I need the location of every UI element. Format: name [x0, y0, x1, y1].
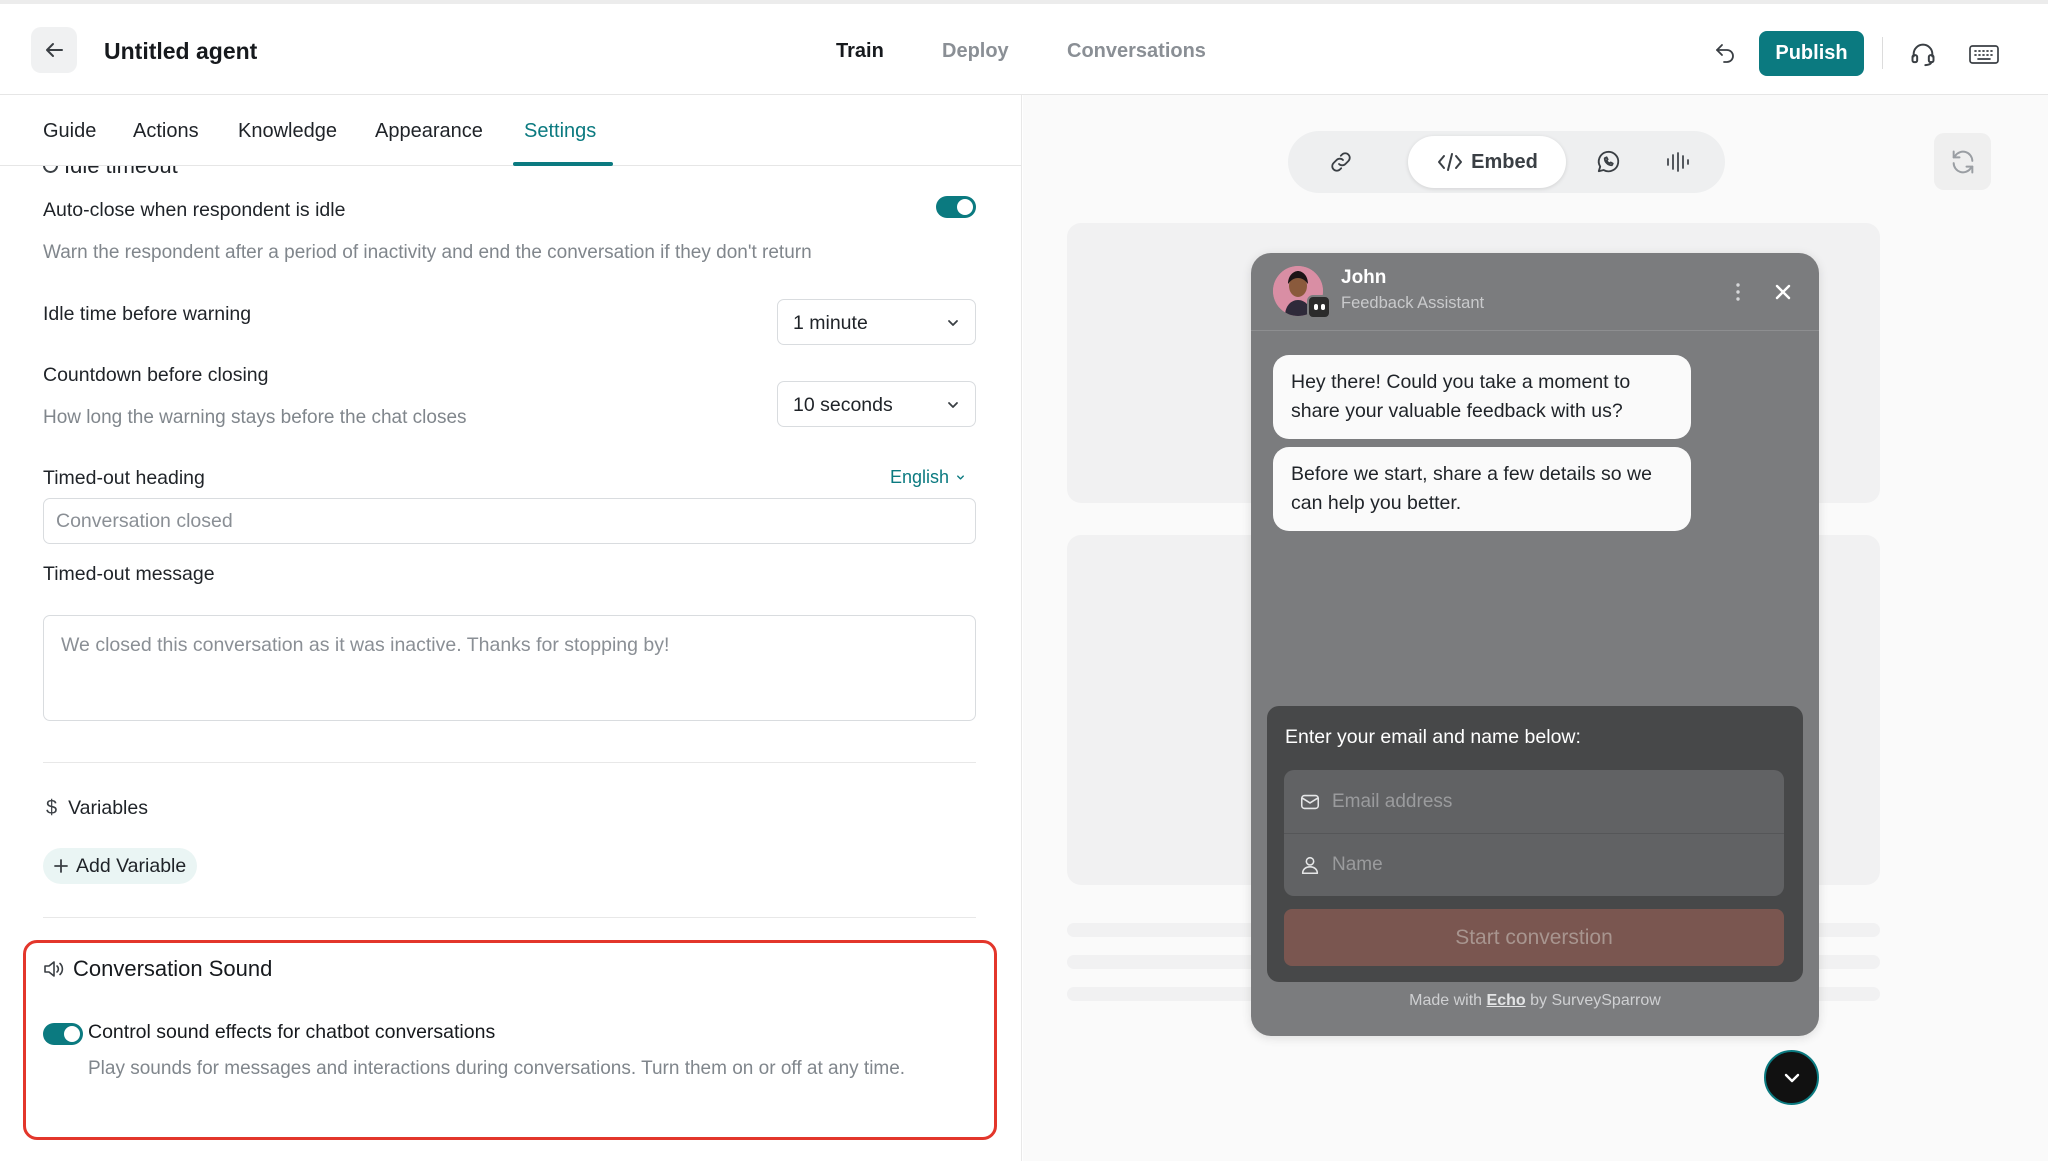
channel-whatsapp[interactable] — [1578, 136, 1638, 188]
tab-deploy[interactable]: Deploy — [942, 40, 1009, 63]
publish-button[interactable]: Publish — [1759, 31, 1864, 76]
headset-icon — [1911, 43, 1935, 67]
channel-embed[interactable]: Embed — [1408, 136, 1566, 188]
channel-voice[interactable] — [1648, 136, 1708, 188]
bot-name: John — [1341, 267, 1387, 288]
bot-message: Hey there! Could you take a moment to sh… — [1273, 355, 1691, 439]
timed-out-message-label: Timed-out message — [43, 563, 215, 585]
idle-time-select[interactable]: 1 minute — [777, 299, 976, 345]
timed-out-heading-placeholder: Conversation closed — [56, 510, 233, 532]
channel-switcher: Embed — [1288, 131, 1725, 193]
settings-pane: Guide Actions Knowledge Appearance Setti… — [0, 95, 1022, 1161]
divider — [43, 762, 976, 763]
tab-conversations[interactable]: Conversations — [1067, 40, 1206, 63]
arrow-left-icon — [46, 43, 63, 57]
chevron-down-icon — [948, 402, 958, 408]
top-bar: Untitled agent Train Deploy Conversation… — [0, 0, 2048, 95]
name-placeholder: Name — [1332, 853, 1383, 875]
chat-widget-preview: John Feedback Assistant Hey there! Could… — [1251, 253, 1819, 1036]
chevron-down-icon — [948, 320, 958, 326]
scroll-down-button[interactable] — [1764, 1050, 1819, 1105]
conversation-sound-description: Play sounds for messages and interaction… — [88, 1058, 906, 1079]
whatsapp-icon — [1597, 150, 1620, 173]
more-options-button[interactable] — [1734, 281, 1742, 303]
mail-icon — [1300, 794, 1320, 809]
subtab-appearance[interactable]: Appearance — [375, 120, 483, 143]
subtab-knowledge[interactable]: Knowledge — [238, 120, 337, 143]
start-conversation-button[interactable]: Start converstion — [1284, 909, 1784, 966]
conversation-sound-label: Control sound effects for chatbot conver… — [88, 1021, 496, 1043]
conversation-sound-toggle[interactable] — [43, 1023, 83, 1045]
keyboard-icon — [1969, 45, 1999, 64]
preview-pane: Embed John Feedback Assistant Hey there!… — [1023, 95, 2048, 1161]
support-button[interactable] — [1906, 37, 1940, 71]
add-variable-label: Add Variable — [76, 854, 187, 877]
widget-header: John Feedback Assistant — [1251, 253, 1819, 331]
countdown-label: Countdown before closing — [43, 364, 269, 386]
email-field[interactable]: Email address — [1284, 770, 1784, 833]
tab-train[interactable]: Train — [836, 40, 884, 63]
footer-suffix: by SurveySparrow — [1525, 992, 1661, 1009]
countdown-description: How long the warning stays before the ch… — [43, 407, 467, 428]
conversation-sound-title: Conversation Sound — [73, 956, 273, 981]
undo-button[interactable] — [1709, 37, 1741, 69]
auto-close-description: Warn the respondent after a period of in… — [43, 242, 812, 263]
form-title: Enter your email and name below: — [1285, 726, 1581, 748]
made-with-footer: Made with Echo by SurveySparrow — [1251, 992, 1819, 1010]
countdown-select[interactable]: 10 seconds — [777, 381, 976, 427]
sub-tabs: Guide Actions Knowledge Appearance Setti… — [0, 95, 1021, 166]
idle-time-label: Idle time before warning — [43, 303, 252, 325]
divider — [43, 917, 976, 918]
link-icon — [1331, 152, 1351, 172]
add-variable-button[interactable]: Add Variable — [43, 848, 198, 884]
timed-out-heading-input[interactable]: Conversation closed — [43, 498, 976, 544]
bot-message: Before we start, share a few details so … — [1273, 447, 1691, 531]
form-fields: Email address Name — [1284, 770, 1784, 896]
subtab-guide[interactable]: Guide — [43, 120, 96, 143]
voice-wave-icon — [1667, 152, 1689, 172]
refresh-icon — [1952, 150, 1973, 173]
subtab-actions[interactable]: Actions — [133, 120, 199, 143]
user-icon — [1301, 856, 1319, 874]
speaker-icon — [44, 961, 64, 977]
code-icon — [1438, 153, 1463, 171]
refresh-preview-button[interactable] — [1934, 133, 1991, 190]
conversation-sound-heading: Conversation Sound — [43, 956, 272, 982]
footer-prefix: Made with — [1409, 992, 1487, 1009]
divider — [1882, 37, 1883, 69]
dollar-icon: $ — [46, 797, 58, 819]
close-icon — [1775, 284, 1791, 300]
back-button[interactable] — [31, 27, 77, 73]
email-placeholder: Email address — [1332, 790, 1453, 812]
bot-icon — [1307, 295, 1331, 319]
auto-close-label: Auto-close when respondent is idle — [43, 199, 346, 221]
variables-title: Variables — [68, 797, 148, 819]
plus-icon — [54, 859, 68, 873]
idle-time-value: 1 minute — [793, 312, 868, 334]
timed-out-heading-label: Timed-out heading — [43, 467, 205, 489]
more-vertical-icon — [1736, 283, 1740, 301]
countdown-value: 10 seconds — [793, 394, 893, 416]
auto-close-toggle[interactable] — [936, 196, 976, 218]
name-field[interactable]: Name — [1284, 833, 1784, 896]
language-selector[interactable]: English — [890, 467, 966, 488]
keyboard-shortcuts-button[interactable] — [1966, 37, 2002, 71]
bot-role: Feedback Assistant — [1341, 294, 1485, 312]
close-widget-button[interactable] — [1772, 281, 1794, 303]
agent-title[interactable]: Untitled agent — [104, 38, 257, 65]
active-tab-indicator — [513, 162, 613, 166]
echo-link[interactable]: Echo — [1487, 992, 1526, 1009]
subtab-settings[interactable]: Settings — [524, 120, 596, 143]
embed-label: Embed — [1471, 150, 1538, 173]
timed-out-message-textarea[interactable]: We closed this conversation as it was in… — [43, 615, 976, 721]
chevron-down-icon — [957, 475, 964, 480]
variables-heading: $ Variables — [46, 797, 148, 820]
language-value: English — [890, 467, 950, 487]
chevron-down-icon — [1784, 1073, 1799, 1082]
undo-icon — [1716, 44, 1734, 63]
timed-out-message-placeholder: We closed this conversation as it was in… — [61, 634, 670, 656]
lead-form: Enter your email and name below: Email a… — [1267, 706, 1803, 982]
channel-link[interactable] — [1296, 136, 1386, 188]
